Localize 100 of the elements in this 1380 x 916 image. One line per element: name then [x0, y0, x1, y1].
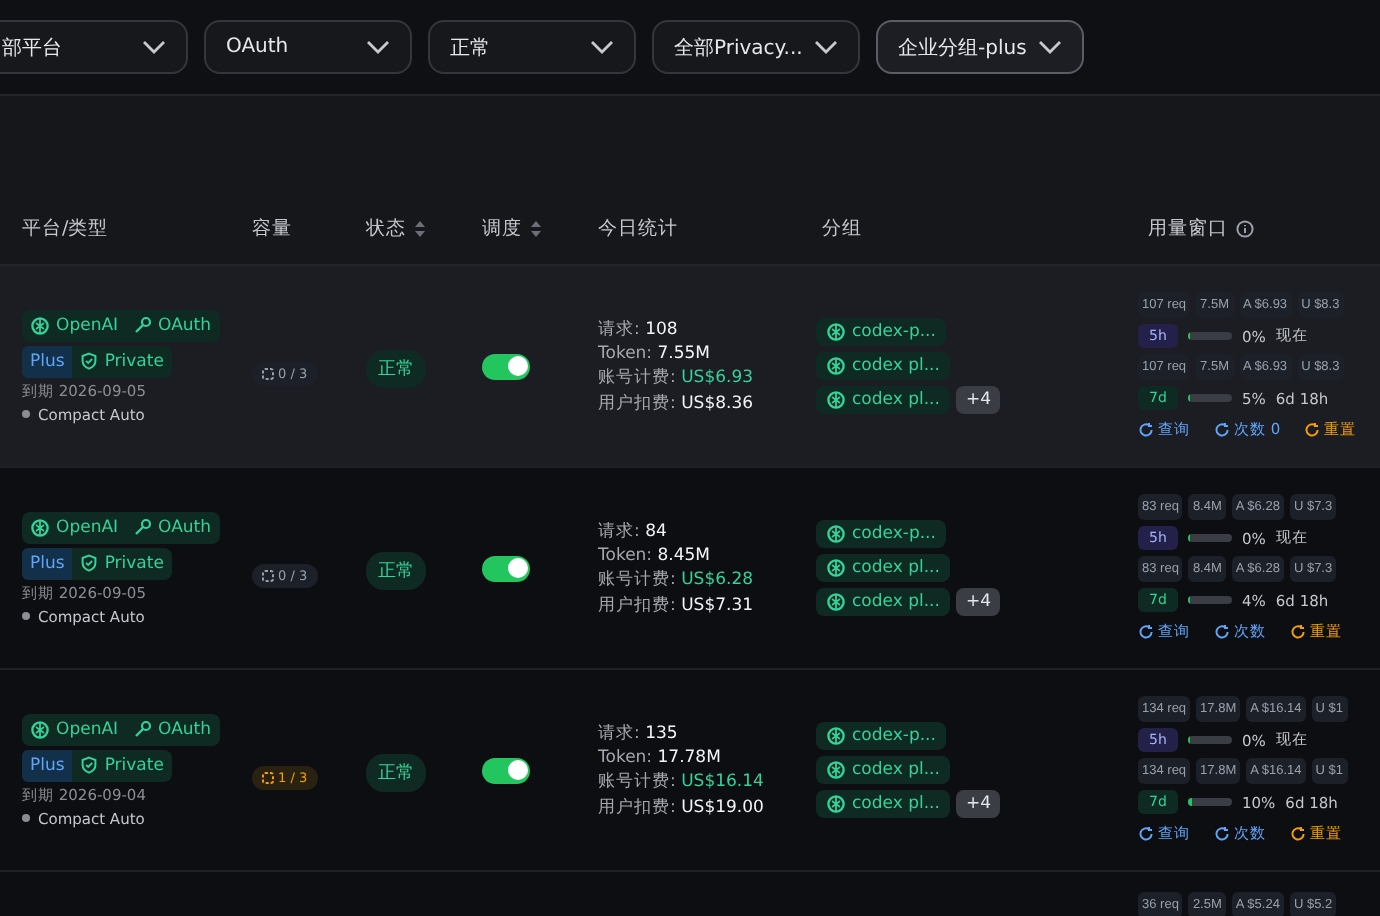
filter-dropdown[interactable]: 正常	[428, 20, 636, 74]
auth-label: OAuth	[158, 315, 211, 335]
openai-logo-icon	[826, 356, 846, 376]
privacy-label: Private	[104, 553, 164, 573]
platform-label: OpenAI	[56, 719, 119, 739]
stat-line: 账号计费: US$6.28	[598, 567, 756, 591]
platform-label: OpenAI	[56, 315, 119, 335]
auth-label: OAuth	[158, 719, 211, 739]
stat-line: 账号计费: US$6.93	[598, 365, 756, 389]
stat-line: 请求: 108	[598, 317, 680, 341]
column-header: 分组	[822, 215, 862, 241]
group-tag: codex-p...	[816, 520, 946, 548]
platform-label: OpenAI	[56, 517, 119, 537]
stat-line: 用户扣费: US$8.36	[598, 391, 756, 415]
status-badge: 正常	[366, 754, 426, 792]
capacity-icon	[262, 771, 274, 784]
privacy-label: Private	[104, 755, 164, 775]
column-header: 调度	[482, 215, 522, 241]
group-tag: codex pl...	[816, 756, 950, 784]
refresh-icon	[1138, 422, 1154, 438]
column-header: 平台/类型	[22, 215, 109, 241]
chevron-down-icon	[814, 39, 838, 55]
openai-logo-icon	[826, 726, 846, 746]
info-icon[interactable]	[1236, 219, 1254, 237]
key-icon	[134, 316, 153, 334]
group-tag: codex-p...	[816, 722, 946, 750]
group-tag: codex-p...	[816, 318, 946, 346]
sort-icon[interactable]	[530, 219, 542, 237]
status-badge: 正常	[366, 350, 426, 388]
capacity-icon	[262, 367, 274, 380]
openai-logo-icon	[826, 760, 846, 780]
shield-icon	[80, 554, 99, 572]
refresh-icon	[1304, 422, 1321, 438]
chevron-down-icon	[142, 39, 166, 55]
group-tag: codex pl...	[816, 554, 950, 582]
schedule-toggle[interactable]	[482, 555, 530, 581]
chevron-down-icon	[1038, 39, 1062, 55]
more-badge[interactable]: +4	[955, 790, 1001, 818]
more-badge[interactable]: +4	[955, 588, 1001, 616]
column-header: 状态	[366, 215, 406, 241]
plan-label: Plus	[22, 345, 73, 377]
plan-label: Plus	[22, 749, 73, 781]
status-badge: 正常	[366, 552, 426, 590]
refresh-icon	[1214, 826, 1230, 842]
group-tag: codex pl...	[816, 588, 950, 616]
column-header: 容量	[252, 215, 292, 241]
column-header: 今日统计	[598, 215, 678, 241]
key-icon	[134, 720, 153, 738]
usage-bar	[1188, 736, 1232, 744]
refresh-icon	[1214, 422, 1230, 438]
stat-line: 账号计费: US$16.14	[598, 769, 766, 793]
status-dot	[22, 612, 30, 620]
more-badge[interactable]: +4	[955, 386, 1001, 414]
column-header: 用量窗口	[1148, 215, 1228, 241]
stat-line: 请求: 84	[598, 519, 669, 543]
status-dot	[22, 814, 30, 822]
refresh-icon	[1138, 826, 1154, 842]
stat-line: Token: 7.55M	[598, 343, 713, 363]
filter-dropdown[interactable]: OAuth	[204, 20, 412, 74]
chevron-down-icon	[590, 39, 614, 55]
table-row[interactable]	[0, 266, 1380, 468]
stat-line: 请求: 135	[598, 721, 680, 745]
openai-logo-icon	[30, 719, 50, 739]
usage-bar	[1188, 394, 1232, 402]
filter-dropdown[interactable]: 部平台	[0, 20, 188, 74]
schedule-toggle[interactable]	[482, 757, 530, 783]
status-dot	[22, 410, 30, 418]
stat-line: Token: 8.45M	[598, 545, 713, 565]
usage-bar	[1188, 332, 1232, 340]
filter-dropdown[interactable]: 企业分组-plus	[876, 20, 1084, 74]
openai-logo-icon	[826, 322, 846, 342]
openai-logo-icon	[826, 390, 846, 410]
shield-icon	[80, 352, 99, 370]
chevron-down-icon	[366, 39, 390, 55]
refresh-icon	[1290, 624, 1306, 640]
refresh-icon	[1138, 624, 1154, 640]
openai-logo-icon	[30, 517, 50, 537]
privacy-label: Private	[104, 351, 164, 371]
openai-logo-icon	[826, 592, 846, 612]
sort-icon[interactable]	[414, 219, 426, 237]
usage-bar	[1188, 534, 1232, 542]
plan-label: Plus	[22, 547, 73, 579]
usage-bar	[1188, 596, 1232, 604]
group-tag: codex pl...	[816, 386, 950, 414]
refresh-icon	[1290, 826, 1306, 842]
openai-logo-icon	[826, 558, 846, 578]
capacity-icon	[262, 569, 274, 582]
auth-label: OAuth	[158, 517, 211, 537]
filter-dropdown[interactable]: 全部Privacy...	[652, 20, 860, 74]
openai-logo-icon	[826, 524, 846, 544]
stat-line: Token: 17.78M	[598, 747, 723, 767]
usage-bar	[1188, 798, 1232, 806]
schedule-toggle[interactable]	[482, 353, 530, 379]
group-tag: codex pl...	[816, 790, 950, 818]
shield-icon	[80, 756, 99, 774]
openai-logo-icon	[30, 315, 50, 335]
stat-line: 用户扣费: US$19.00	[598, 795, 766, 819]
group-tag: codex pl...	[816, 352, 950, 380]
stat-line: 用户扣费: US$7.31	[598, 593, 756, 617]
key-icon	[134, 518, 153, 536]
